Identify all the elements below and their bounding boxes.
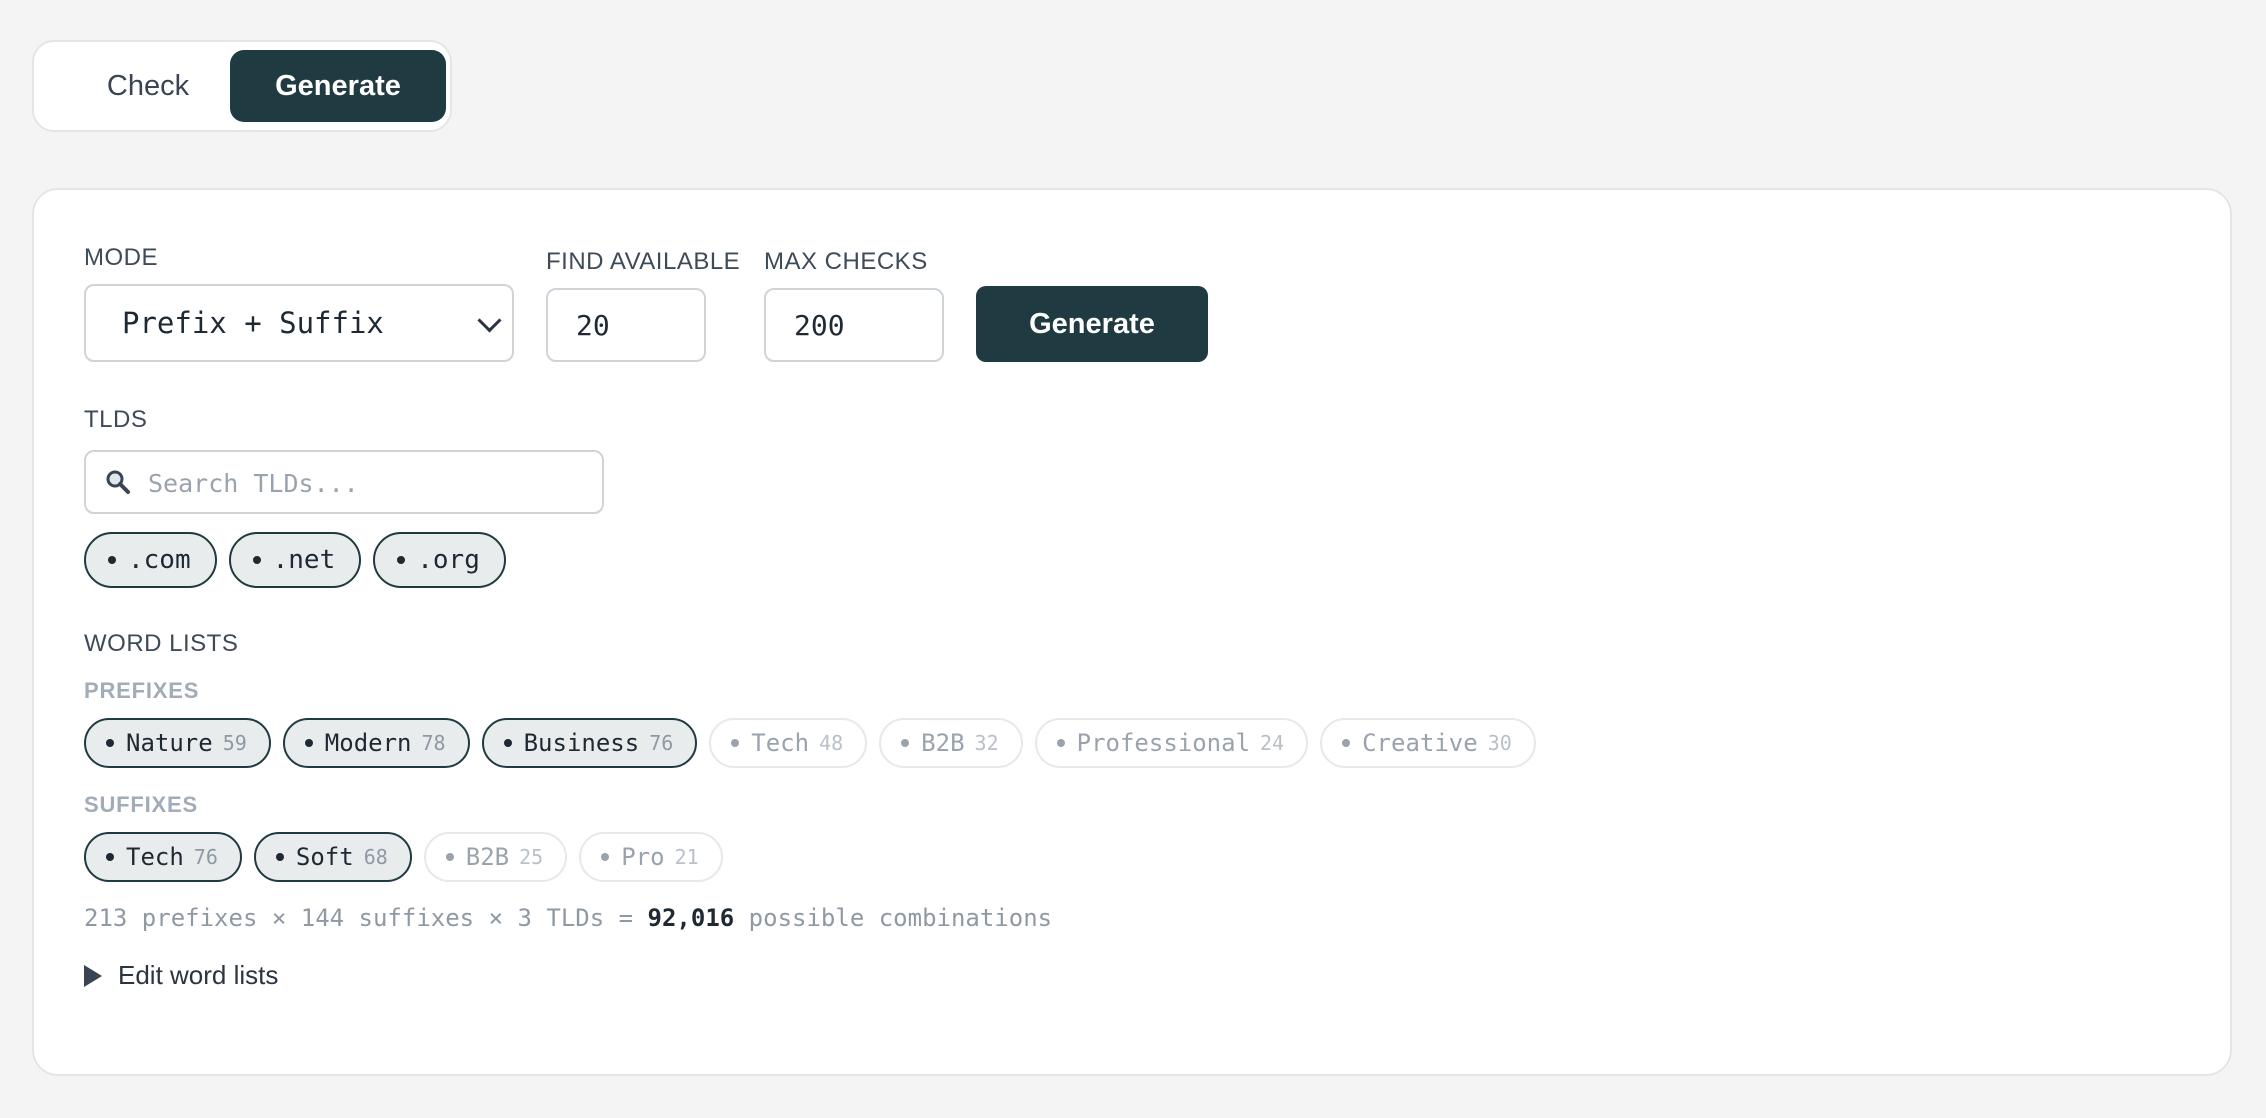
dot-icon bbox=[108, 556, 116, 564]
suffixes-label: SUFFIXES bbox=[84, 792, 198, 817]
tld-search-input[interactable] bbox=[146, 460, 590, 506]
mode-toggle: Check Generate bbox=[32, 40, 452, 132]
prefix-chip-creative[interactable]: Creative 30 bbox=[1320, 718, 1536, 768]
mode-select[interactable]: Prefix + Suffix bbox=[84, 284, 514, 362]
chip-count: 32 bbox=[974, 731, 999, 755]
dot-icon bbox=[106, 853, 114, 861]
dot-icon bbox=[106, 739, 114, 747]
dot-icon bbox=[304, 739, 313, 747]
dot-icon bbox=[252, 556, 261, 564]
suffix-chip-b2b[interactable]: B2B 25 bbox=[423, 832, 568, 882]
mode-select-value: Prefix + Suffix bbox=[122, 306, 384, 340]
tab-check[interactable]: Check bbox=[44, 50, 252, 122]
prefix-chip-b2b[interactable]: B2B 32 bbox=[879, 718, 1023, 768]
chip-count: 59 bbox=[222, 731, 247, 755]
prefix-chip-nature[interactable]: Nature 59 bbox=[84, 718, 271, 768]
edit-word-lists-label: Edit word lists bbox=[118, 960, 279, 990]
dot-icon bbox=[1342, 739, 1351, 747]
combination-prefix-text: 213 prefixes × 144 suffixes × 3 TLDs = bbox=[84, 904, 648, 932]
find-available-label: FIND AVAILABLE bbox=[546, 248, 741, 275]
prefix-chip-row: Nature 59 Modern 78 Business 76 Tech 48 … bbox=[84, 718, 1536, 768]
prefix-chip-professional[interactable]: Professional 24 bbox=[1034, 718, 1309, 768]
combination-suffix-text: possible combinations bbox=[734, 904, 1053, 932]
chip-count: 25 bbox=[519, 845, 544, 869]
chip-name: Tech bbox=[751, 729, 810, 757]
search-icon bbox=[106, 470, 130, 494]
dot-icon bbox=[1056, 739, 1065, 747]
chip-count: 78 bbox=[421, 731, 446, 755]
chip-count: 68 bbox=[363, 845, 388, 869]
tab-generate[interactable]: Generate bbox=[230, 50, 446, 122]
chip-count: 76 bbox=[193, 845, 218, 869]
chip-count: 30 bbox=[1487, 731, 1512, 755]
combination-summary: 213 prefixes × 144 suffixes × 3 TLDs = 9… bbox=[84, 904, 1052, 932]
tld-chip-row: .com .net .org bbox=[84, 532, 506, 588]
chip-name: Creative bbox=[1362, 729, 1478, 757]
chip-name: B2B bbox=[465, 843, 510, 871]
dot-icon bbox=[601, 853, 610, 861]
chip-count: 24 bbox=[1260, 731, 1285, 755]
max-checks-label: MAX CHECKS bbox=[764, 248, 928, 275]
tld-chip-org[interactable]: .org bbox=[373, 532, 506, 588]
chip-name: B2B bbox=[921, 729, 965, 757]
edit-word-lists-toggle[interactable]: Edit word lists bbox=[84, 960, 278, 991]
word-lists-label: WORD LISTS bbox=[84, 630, 239, 657]
tld-chip-label: .net bbox=[272, 545, 336, 575]
tld-chip-com[interactable]: .com bbox=[84, 532, 217, 588]
prefix-chip-business[interactable]: Business 76 bbox=[481, 718, 698, 768]
chip-count: 48 bbox=[819, 731, 844, 755]
prefixes-label: PREFIXES bbox=[84, 678, 200, 703]
dot-icon bbox=[445, 853, 454, 861]
generate-button[interactable]: Generate bbox=[976, 286, 1208, 362]
dot-icon bbox=[901, 739, 910, 747]
chip-name: Soft bbox=[295, 843, 354, 871]
prefix-chip-tech[interactable]: Tech 48 bbox=[709, 718, 868, 768]
combination-total: 92,016 bbox=[647, 904, 735, 932]
tld-chip-label: .org bbox=[417, 545, 480, 575]
dot-icon bbox=[503, 739, 512, 747]
chip-name: Pro bbox=[621, 843, 665, 871]
chip-name: Modern bbox=[324, 729, 412, 757]
suffix-chip-pro[interactable]: Pro 21 bbox=[579, 832, 723, 882]
chip-count: 76 bbox=[649, 731, 674, 755]
suffix-chip-soft[interactable]: Soft 68 bbox=[253, 832, 412, 882]
dot-icon bbox=[731, 739, 740, 747]
prefix-chip-modern[interactable]: Modern 78 bbox=[282, 718, 470, 768]
generator-card: MODE Prefix + Suffix FIND AVAILABLE MAX … bbox=[32, 188, 2232, 1076]
tld-search[interactable] bbox=[84, 450, 604, 514]
find-available-input[interactable] bbox=[546, 288, 706, 362]
tlds-label: TLDS bbox=[84, 406, 148, 433]
chip-name: Nature bbox=[126, 729, 213, 757]
suffix-chip-row: Tech 76 Soft 68 B2B 25 Pro 21 bbox=[84, 832, 723, 882]
tld-chip-net[interactable]: .net bbox=[228, 532, 362, 588]
chip-name: Business bbox=[523, 729, 640, 757]
chip-name: Professional bbox=[1076, 729, 1251, 757]
chip-name: Tech bbox=[126, 843, 184, 871]
dot-icon bbox=[275, 853, 284, 861]
disclosure-triangle-icon bbox=[84, 964, 102, 987]
chevron-down-icon bbox=[477, 308, 502, 333]
dot-icon bbox=[397, 556, 406, 564]
chip-count: 21 bbox=[674, 845, 699, 869]
max-checks-input[interactable] bbox=[764, 288, 944, 362]
mode-label: MODE bbox=[84, 244, 158, 271]
suffix-chip-tech[interactable]: Tech 76 bbox=[84, 832, 242, 882]
tld-chip-label: .com bbox=[128, 545, 191, 575]
